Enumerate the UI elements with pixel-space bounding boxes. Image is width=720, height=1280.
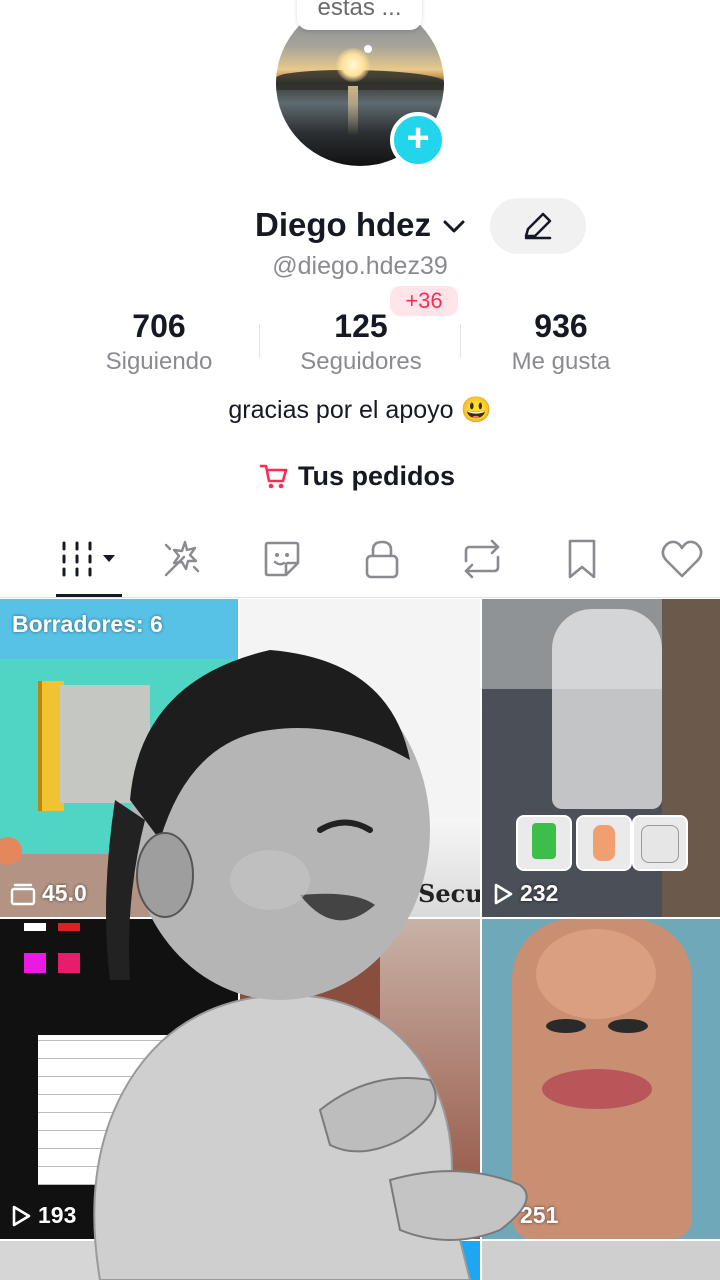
drafts-icon [10,883,36,905]
cart-icon [259,464,288,489]
add-avatar-button[interactable]: + [390,112,446,168]
orders-link[interactable]: Tus pedidos [258,458,455,494]
likes-label: Me gusta [511,348,611,375]
forehead [536,929,656,1019]
followers-label: Seguidores [300,348,422,375]
mouth [542,1069,652,1109]
deer-emoji [576,815,632,871]
color-swatch [24,923,46,931]
bookmark-icon[interactable] [558,535,606,583]
chevron-down-icon[interactable] [440,212,468,240]
profile-name[interactable]: Diego hdez [255,206,431,244]
grid-icon[interactable] [58,535,122,583]
sparkle-icon[interactable] [158,535,206,583]
pencil-icon [524,212,552,240]
avatar-reflection [348,86,358,136]
stat-followers[interactable]: 125 Seguidores [261,306,461,376]
stat-divider [259,324,260,358]
sticker-icon[interactable] [258,535,306,583]
orders-label: Tus pedidos [298,460,456,491]
eye [546,1019,586,1033]
following-count: 706 [132,308,186,344]
likes-count: 936 [534,308,588,344]
edit-profile-button[interactable] [490,198,586,254]
new-followers-badge: +36 [390,286,458,316]
tabs-divider [0,597,720,598]
profile-handle: @diego.hdez39 [272,252,448,280]
lock-icon[interactable] [358,535,406,583]
drafts-label: Borradores: 6 [12,611,163,637]
sad-face-emoji [632,815,688,871]
following-label: Siguiendo [105,348,213,375]
heart-icon[interactable] [658,535,706,583]
view-count: 193 [10,1202,76,1229]
avatar-sun [336,48,370,82]
profile-bio: gracias por el apoyo 😃 [228,396,492,424]
reindeer-overlay [552,609,662,809]
play-icon [12,1205,31,1226]
status-bubble[interactable]: estas ... [297,0,422,30]
color-swatch [24,953,46,973]
child-sticker-overlay [93,650,528,1280]
status-bubble-dot [364,45,372,53]
stat-likes[interactable]: 936 Me gusta [461,306,661,376]
eye [608,1019,648,1033]
repost-icon[interactable] [458,535,506,583]
stat-following[interactable]: 706 Siguiendo [59,306,259,376]
